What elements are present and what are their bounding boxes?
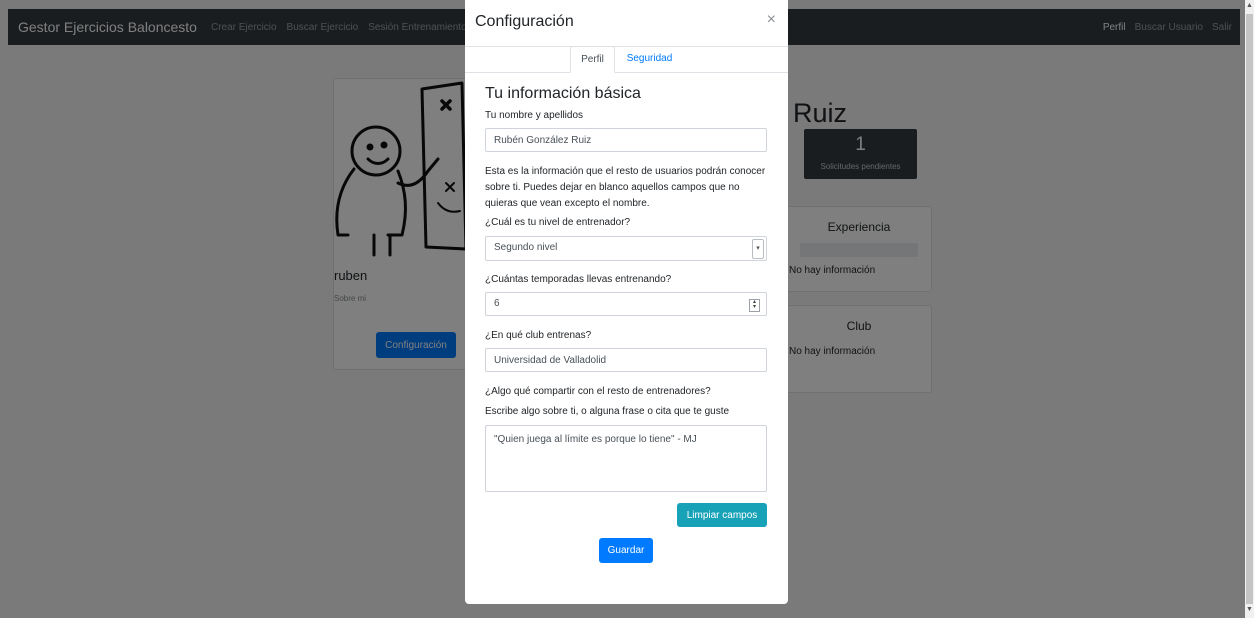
seasons-label: ¿Cuántas temporadas llevas entrenando? bbox=[485, 274, 672, 285]
clear-fields-button[interactable]: Limpiar campos bbox=[677, 503, 767, 527]
tab-perfil[interactable]: Perfil bbox=[570, 46, 615, 73]
number-spinner-icon[interactable]: ▴ ▾ bbox=[749, 299, 760, 312]
modal-title: Configuración bbox=[475, 13, 574, 30]
page-scrollbar[interactable]: ▲ ▼ bbox=[1245, 0, 1254, 618]
close-icon[interactable]: × bbox=[767, 11, 776, 29]
chevron-down-icon[interactable]: ▾ bbox=[752, 239, 764, 259]
share-label: ¿Algo qué compartir con el resto de entr… bbox=[485, 386, 711, 397]
seasons-input[interactable]: 6 ▴ ▾ bbox=[485, 292, 767, 316]
coach-level-value: Segundo nivel bbox=[494, 242, 558, 253]
club-input[interactable] bbox=[485, 348, 767, 372]
name-label: Tu nombre y apellidos bbox=[485, 110, 584, 121]
scroll-thumb[interactable] bbox=[1246, 14, 1253, 604]
modal-header: Configuración × bbox=[465, 0, 788, 47]
name-input[interactable] bbox=[485, 128, 767, 152]
club-label: ¿En qué club entrenas? bbox=[485, 330, 592, 341]
configuration-modal: Configuración × Perfil Seguridad Tu info… bbox=[465, 0, 788, 604]
modal-tabs: Perfil Seguridad bbox=[465, 46, 788, 73]
tab-seguridad[interactable]: Seguridad bbox=[617, 46, 682, 72]
help-text: Esta es la información que el resto de u… bbox=[485, 166, 766, 209]
share-hint: Escribe algo sobre ti, o alguna frase o … bbox=[485, 406, 730, 417]
coach-level-select[interactable]: Segundo nivel ▾ bbox=[485, 236, 767, 261]
section-title: Tu información básica bbox=[485, 85, 641, 102]
scroll-down-arrow-icon[interactable]: ▼ bbox=[1245, 606, 1254, 614]
scroll-up-arrow-icon[interactable]: ▲ bbox=[1245, 2, 1254, 10]
seasons-value: 6 bbox=[494, 298, 500, 309]
share-textarea[interactable]: "Quien juega al límite es porque lo tien… bbox=[485, 425, 767, 492]
save-button[interactable]: Guardar bbox=[599, 538, 653, 563]
coach-level-label: ¿Cuál es tu nivel de entrenador? bbox=[485, 217, 631, 228]
